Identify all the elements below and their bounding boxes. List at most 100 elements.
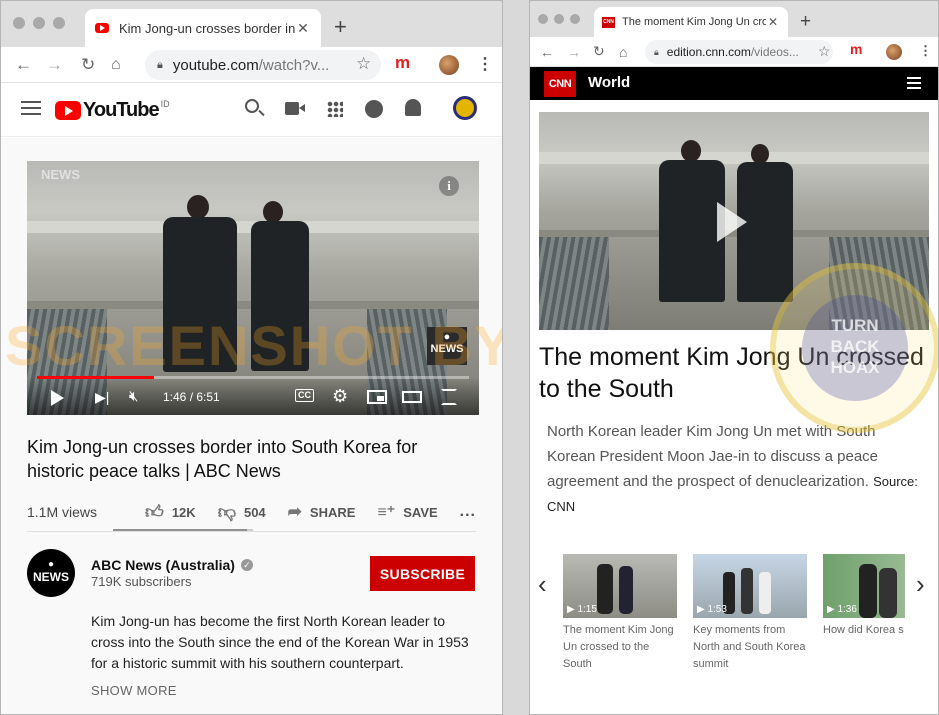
new-tab-icon[interactable]: +: [334, 16, 347, 38]
forward-icon[interactable]: →: [46, 55, 63, 75]
related-thumbnail-2: ▶ 1:53: [693, 554, 807, 618]
thumbs-down-icon: 👎︎: [217, 502, 236, 522]
address-bar[interactable]: 🔒︎ edition.cnn.com/videos...: [645, 40, 833, 64]
fullscreen-icon[interactable]: [441, 389, 457, 405]
turn-back-hoax-seal: TURN BACK HOAX: [770, 263, 938, 433]
share-icon: ➦: [287, 502, 302, 521]
account-avatar[interactable]: [453, 96, 477, 120]
like-count: 12K: [171, 504, 196, 520]
play-icon[interactable]: [51, 390, 64, 406]
apps-grid-icon[interactable]: [327, 101, 343, 117]
channel-name[interactable]: ABC News (Australia): [91, 557, 235, 573]
related-duration-text-1: 1:15: [577, 604, 597, 615]
related-video-1[interactable]: ▶ 1:15 The moment Kim Jong Un crossed to…: [563, 554, 677, 673]
add-to-playlist-icon: ≡⁺: [377, 504, 396, 521]
more-actions-button[interactable]: ...: [460, 503, 476, 521]
bookmark-star-icon[interactable]: ☆: [356, 54, 371, 74]
related-video-3[interactable]: ▶ 1:36 How did Korea s: [823, 554, 905, 639]
cnn-header: CNN World: [530, 67, 938, 100]
video-description: Kim Jong-un has become the first North K…: [91, 613, 469, 671]
navigation-bar: ← → ↻ ⌂ 🔒︎ edition.cnn.com/videos... ☆ m…: [530, 37, 938, 67]
navigation-bar: ← → ↻ ⌂ 🔒︎ youtube.com/watch?v... ☆ m ⋮: [1, 47, 502, 83]
window-controls[interactable]: [538, 14, 580, 24]
profile-avatar[interactable]: [886, 44, 902, 60]
profile-avatar[interactable]: [439, 55, 459, 75]
tab-title: Kim Jong-un crosses border in: [119, 20, 295, 36]
back-icon[interactable]: ←: [540, 44, 554, 60]
new-tab-icon[interactable]: +: [800, 12, 811, 31]
figure-left: [659, 160, 725, 302]
browser-menu-icon[interactable]: ⋮: [477, 54, 493, 74]
mute-icon[interactable]: 🔇︎: [129, 388, 138, 405]
url-host: youtube.com: [172, 56, 259, 74]
back-icon[interactable]: ←: [15, 55, 32, 75]
extension-m-icon[interactable]: m: [395, 53, 410, 73]
create-video-icon[interactable]: [285, 102, 305, 115]
info-icon[interactable]: i: [439, 176, 459, 196]
like-button[interactable]: 👍︎ 12K: [145, 501, 196, 523]
section-title[interactable]: World: [588, 74, 630, 91]
minimize-window-icon[interactable]: [554, 14, 564, 24]
url-host: edition.cnn.com: [666, 45, 751, 59]
hamburger-menu-icon[interactable]: [907, 77, 921, 89]
browser-menu-icon[interactable]: ⋮: [919, 43, 932, 59]
youtube-play-logo-icon: [55, 101, 81, 120]
captions-icon[interactable]: CC: [295, 389, 314, 402]
video-stats-bar: 1.1M views 👍︎ 12K 👎︎ 504 ➦ SHARE ≡⁺ SAVE ...: [27, 497, 476, 527]
dislike-count: 504: [243, 504, 266, 520]
related-duration-text-2: 1:53: [707, 604, 727, 615]
browser-tab[interactable]: CNN The moment Kim Jong Un cros ✕: [594, 7, 788, 37]
figure-right-head: [263, 201, 283, 223]
share-label: SHARE: [309, 504, 356, 520]
close-tab-icon[interactable]: ✕: [766, 15, 780, 29]
theater-mode-icon[interactable]: [402, 391, 422, 403]
show-more-link[interactable]: SHOW MORE: [91, 683, 177, 698]
figure-left-head: [187, 195, 209, 219]
youtube-logo[interactable]: YouTube ID: [55, 99, 170, 122]
subscribe-button[interactable]: SUBSCRIBE: [370, 556, 475, 591]
search-icon[interactable]: [245, 99, 265, 117]
tab-strip: CNN The moment Kim Jong Un cros ✕ +: [530, 1, 938, 37]
related-duration-text-3: 1:36: [837, 604, 857, 615]
carousel-next-icon[interactable]: ›: [916, 569, 925, 600]
seal-text-1: TURN: [831, 316, 879, 335]
carousel-prev-icon[interactable]: ‹: [538, 569, 547, 600]
messages-icon[interactable]: [365, 100, 383, 118]
forward-icon[interactable]: →: [567, 44, 581, 60]
play-overlay-icon[interactable]: [717, 202, 747, 242]
hamburger-menu-icon[interactable]: [21, 101, 41, 115]
reload-icon[interactable]: ↻: [593, 43, 605, 60]
save-button[interactable]: ≡⁺ SAVE: [377, 502, 437, 522]
save-label: SAVE: [403, 504, 438, 520]
url-path: /watch?v...: [258, 56, 330, 74]
bookmark-star-icon[interactable]: ☆: [818, 43, 831, 60]
figure-right-head: [751, 144, 769, 164]
window-controls[interactable]: [13, 17, 65, 29]
notifications-bell-icon[interactable]: [405, 99, 421, 116]
channel-avatar[interactable]: ● NEWS: [27, 549, 75, 597]
zoom-window-icon[interactable]: [53, 17, 65, 29]
screenshot-watermark: SCREENSHOT BY: [5, 314, 503, 377]
related-caption-3: How did Korea s: [823, 624, 904, 636]
extension-m-icon[interactable]: m: [850, 41, 862, 57]
youtube-masthead: YouTube ID: [1, 83, 502, 137]
minimize-window-icon[interactable]: [33, 17, 45, 29]
video-frame-step: [539, 152, 929, 164]
next-icon[interactable]: ▶|: [95, 389, 109, 406]
close-tab-icon[interactable]: ✕: [295, 20, 311, 37]
youtube-browser-window: Kim Jong-un crosses border in ✕ + ← → ↻ …: [0, 0, 503, 715]
browser-tab[interactable]: Kim Jong-un crosses border in ✕: [85, 9, 321, 47]
close-window-icon[interactable]: [13, 17, 25, 29]
zoom-window-icon[interactable]: [570, 14, 580, 24]
settings-gear-icon[interactable]: ⚙︎: [332, 386, 348, 407]
home-icon[interactable]: ⌂: [111, 56, 121, 74]
related-video-2[interactable]: ▶ 1:53 Key moments from North and South …: [693, 554, 807, 673]
dislike-button[interactable]: 👎︎ 504: [218, 501, 266, 523]
reload-icon[interactable]: ↻: [81, 55, 95, 75]
miniplayer-icon[interactable]: [367, 390, 387, 404]
close-window-icon[interactable]: [538, 14, 548, 24]
cnn-logo[interactable]: CNN: [544, 71, 576, 97]
address-bar[interactable]: 🔒︎ youtube.com/watch?v...: [145, 50, 381, 80]
home-icon[interactable]: ⌂: [619, 44, 627, 60]
share-button[interactable]: ➦ SHARE: [288, 502, 356, 522]
